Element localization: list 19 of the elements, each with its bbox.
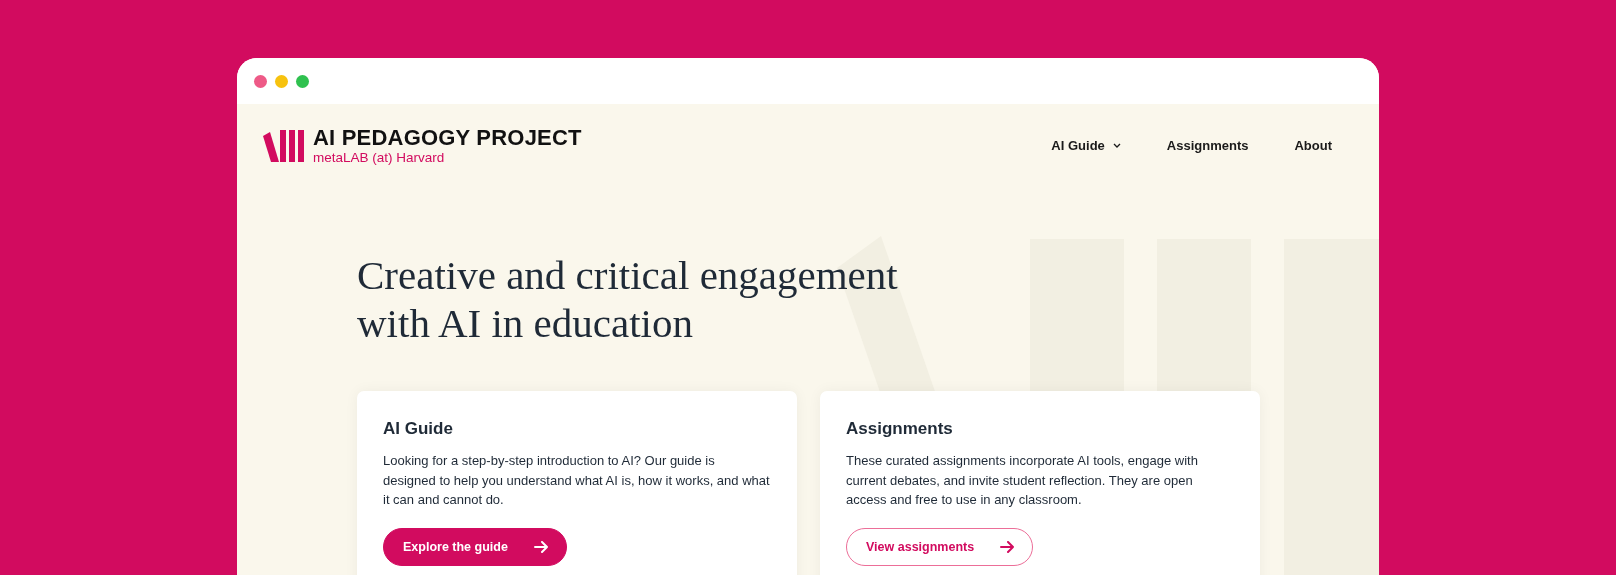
window-control-dot[interactable] xyxy=(254,74,267,88)
site-title[interactable]: AI PEDAGOGY PROJECT xyxy=(313,126,582,150)
nav-link[interactable]: Assignments xyxy=(1166,138,1249,153)
arrow-right-icon xyxy=(1000,540,1015,553)
site-subtitle: metaLAB (at) Harvard xyxy=(313,150,446,165)
hero-headline: Creative and critical engagement with AI in education xyxy=(357,251,899,347)
window-control-dot[interactable] xyxy=(296,74,309,88)
window-control-dot[interactable] xyxy=(275,74,288,88)
nav-link[interactable]: About xyxy=(1294,138,1332,153)
card-button[interactable]: View assignments xyxy=(846,527,1034,566)
arrow-right-icon xyxy=(533,540,548,553)
card-description: These curated assignments incorporate AI tools, engage with current debates, and invite student reflection. They are open access and free to use in any classroom. xyxy=(846,452,1199,509)
card-button[interactable]: Explore the guide xyxy=(383,527,567,566)
card-description: Looking for a step-by-step introduction to AI? Our guide is designed to help you understand what AI is, how it works, and what it can and cannot do. xyxy=(383,452,771,509)
nav-link[interactable]: AI Guide xyxy=(1051,138,1121,153)
card-title: AI Guide xyxy=(383,419,454,439)
logo-icon xyxy=(263,129,305,162)
card-title: Assignments xyxy=(846,419,954,439)
chevron-down-icon xyxy=(1112,143,1121,148)
